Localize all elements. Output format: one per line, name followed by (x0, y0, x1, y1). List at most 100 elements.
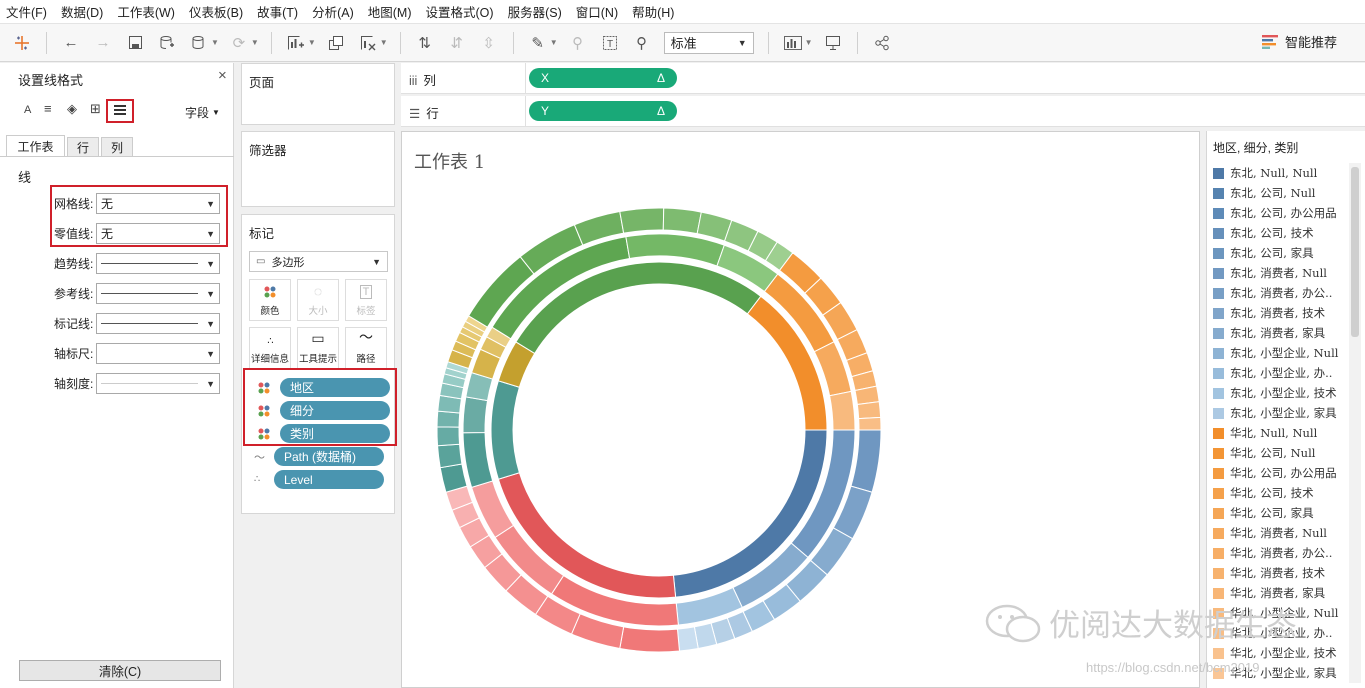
swap-rows-columns-icon[interactable]: ⇅ (413, 31, 437, 55)
size-button[interactable]: ◌ 大小 (297, 279, 339, 321)
highlight-dropdown-icon[interactable]: ▼ (550, 38, 558, 47)
legend-item[interactable]: 华北, 公司, 技术 (1213, 483, 1338, 503)
pill-path-bin[interactable]: Path (数据桶) (274, 447, 384, 466)
sunburst-segment[interactable] (437, 443, 463, 469)
filters-card[interactable]: 筛选器 (241, 131, 395, 207)
menu-format[interactable]: 设置格式(O) (426, 2, 494, 21)
sunburst-segment[interactable] (436, 410, 461, 428)
pages-card[interactable]: 页面 (241, 63, 395, 125)
refresh-dropdown-icon[interactable]: ▼ (251, 38, 259, 47)
fields-dropdown[interactable]: 字段 ▼ (185, 104, 220, 121)
legend-item[interactable]: 东北, Null, Null (1213, 163, 1338, 183)
legend-item[interactable]: 东北, 公司, 技术 (1213, 223, 1338, 243)
sunburst-segment[interactable] (625, 233, 725, 267)
sunburst-segment[interactable] (462, 396, 489, 434)
rows-shelf[interactable]: ☰ 行 YΔ (401, 96, 1365, 127)
menu-data[interactable]: 数据(D) (61, 2, 103, 21)
tab-rows[interactable]: 行 (67, 137, 99, 157)
pause-updates-icon[interactable] (187, 31, 211, 55)
legend-item[interactable]: 东北, 小型企业, Null (1213, 343, 1338, 363)
pause-dropdown-icon[interactable]: ▼ (211, 38, 219, 47)
sunburst-segment[interactable] (850, 429, 882, 493)
share-icon[interactable] (870, 31, 894, 55)
legend-item[interactable]: 东北, 消费者, 家具 (1213, 323, 1338, 343)
tab-sheet[interactable]: 工作表 (6, 135, 65, 157)
legend-item[interactable]: 华北, 消费者, 办公.. (1213, 543, 1338, 563)
clear-sheet-icon[interactable] (356, 31, 380, 55)
legend-scrollbar[interactable] (1349, 163, 1361, 683)
legend-item[interactable]: 东北, 公司, 家具 (1213, 243, 1338, 263)
show-me-cards-icon[interactable] (781, 31, 805, 55)
cards-dropdown-icon[interactable]: ▼ (805, 38, 813, 47)
sort-ascending-icon[interactable]: ⇵ (445, 31, 469, 55)
sunburst-segment[interactable] (619, 207, 665, 234)
legend-item[interactable]: 东北, 消费者, Null (1213, 263, 1338, 283)
legend-item[interactable]: 华北, 公司, 家具 (1213, 503, 1338, 523)
new-worksheet-icon[interactable] (284, 31, 308, 55)
new-datasource-icon[interactable] (155, 31, 179, 55)
color-button[interactable]: 颜色 (249, 279, 291, 321)
sort-descending-icon[interactable]: ⇳ (477, 31, 501, 55)
sunburst-segment[interactable] (436, 426, 461, 447)
fix-axes-icon[interactable]: ⚲ (630, 31, 654, 55)
sunburst-segment[interactable] (462, 431, 494, 489)
menu-story[interactable]: 故事(T) (257, 2, 298, 21)
highlight-icon[interactable]: ✎ (526, 31, 550, 55)
show-labels-icon[interactable]: T (598, 31, 622, 55)
tooltip-button[interactable]: ▭ 工具提示 (297, 327, 339, 369)
legend-item[interactable]: 东北, 公司, Null (1213, 183, 1338, 203)
axis-ticks-select[interactable]: ▼ (96, 373, 220, 394)
menu-map[interactable]: 地图(M) (368, 2, 412, 21)
clear-dropdown-icon[interactable]: ▼ (380, 38, 388, 47)
drop-lines-select[interactable]: ▼ (96, 313, 220, 334)
menu-server[interactable]: 服务器(S) (508, 2, 562, 21)
save-icon[interactable] (123, 31, 147, 55)
presentation-mode-icon[interactable] (821, 31, 845, 55)
refresh-icon[interactable]: ⟳ (227, 31, 251, 55)
legend-item[interactable]: 华北, 消费者, Null (1213, 523, 1338, 543)
label-button[interactable]: T 标签 (345, 279, 387, 321)
axis-rulers-select[interactable]: ▼ (96, 343, 220, 364)
columns-shelf[interactable]: iii 列 XΔ (401, 63, 1365, 94)
pill-level[interactable]: Level (274, 470, 384, 489)
menu-analysis[interactable]: 分析(A) (312, 2, 354, 21)
sunburst-segment[interactable] (662, 207, 702, 235)
close-icon[interactable]: × (218, 67, 227, 84)
shading-icon[interactable]: ◈ (67, 101, 77, 117)
legend-item[interactable]: 东北, 小型企业, 家具 (1213, 403, 1338, 423)
legend-item[interactable]: 东北, 消费者, 办公.. (1213, 283, 1338, 303)
font-icon[interactable]: A (24, 104, 31, 116)
menu-worksheet[interactable]: 工作表(W) (117, 2, 175, 21)
legend-item[interactable]: 东北, 小型企业, 技术 (1213, 383, 1338, 403)
borders-icon[interactable]: ⊞ (90, 101, 101, 117)
sunburst-segment[interactable] (619, 626, 681, 653)
sunburst-segment[interactable] (490, 380, 521, 480)
menu-window[interactable]: 窗口(N) (576, 2, 618, 21)
columns-pill-x[interactable]: XΔ (529, 68, 677, 88)
clear-button[interactable]: 清除(C) (19, 660, 221, 681)
detail-button[interactable]: ∴ 详细信息 (249, 327, 291, 369)
alignment-icon[interactable]: ≡ (44, 101, 52, 116)
legend-item[interactable]: 华北, Null, Null (1213, 423, 1338, 443)
trend-lines-select[interactable]: ▼ (96, 253, 220, 274)
menu-help[interactable]: 帮助(H) (632, 2, 674, 21)
tableau-logo-icon[interactable] (10, 31, 34, 55)
sunburst-segment[interactable] (676, 626, 699, 652)
menu-dashboard[interactable]: 仪表板(B) (189, 2, 243, 21)
legend-item[interactable]: 东北, 消费者, 技术 (1213, 303, 1338, 323)
legend-item[interactable]: 东北, 公司, 办公用品 (1213, 203, 1338, 223)
tab-columns[interactable]: 列 (101, 137, 133, 157)
new-sheet-dropdown-icon[interactable]: ▼ (308, 38, 316, 47)
fit-select[interactable]: 标准 ▼ (663, 31, 754, 54)
rows-pill-y[interactable]: YΔ (529, 101, 677, 121)
sunburst-segment[interactable] (858, 416, 882, 431)
sunburst-segment[interactable] (856, 401, 882, 420)
sunburst-segment[interactable] (829, 390, 856, 431)
legend-item[interactable]: 华北, 消费者, 技术 (1213, 563, 1338, 583)
legend-item[interactable]: 华北, 公司, Null (1213, 443, 1338, 463)
path-button[interactable]: 〜 路径 (345, 327, 387, 369)
undo-icon[interactable]: ← (59, 31, 83, 55)
mark-type-select[interactable]: ▭ 多边形 ▼ (249, 251, 388, 272)
legend-item[interactable]: 东北, 小型企业, 办.. (1213, 363, 1338, 383)
redo-icon[interactable]: → (91, 31, 115, 55)
